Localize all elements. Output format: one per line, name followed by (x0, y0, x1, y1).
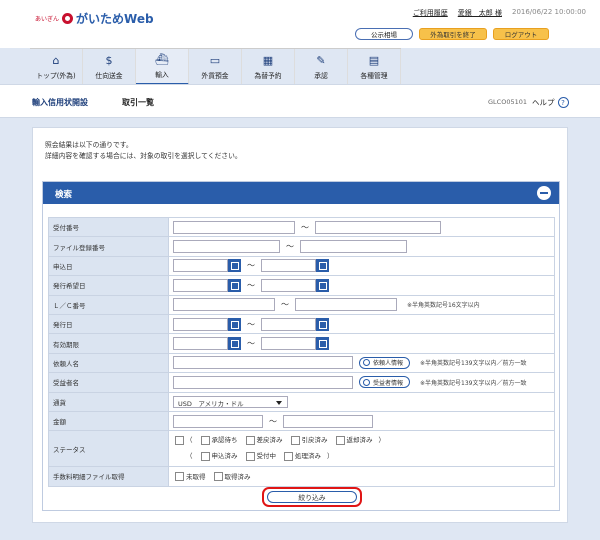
nav-deposit[interactable]: ▭ 外貨預金 (189, 49, 242, 85)
info-message: 照会結果は以下の通りです。 詳細内容を確認する場合には、対象の取引を選択してくだ… (45, 141, 242, 160)
status-checkbox[interactable] (200, 451, 210, 461)
page-title: 輸入信用状開設 (32, 98, 88, 107)
filter-button[interactable]: 絞り込み (267, 491, 357, 503)
apply-date-to[interactable] (261, 259, 316, 273)
beneficiary-name-input[interactable] (173, 375, 353, 389)
screen-id: GLCO05101 (488, 98, 527, 106)
calendar-icon[interactable] (316, 317, 329, 331)
calendar-icon[interactable] (316, 278, 329, 292)
help-icon: ? (557, 97, 569, 108)
search-panel: 検索 受付番号～ ファイル登録番号～ 申込日～ 発行希望日～ Ｌ／Ｃ番号～ ※半角… (42, 181, 560, 511)
app-header: あいぎん がいためWeb ご利用履歴 愛銀 太郎 様 2016/06/22 10… (0, 0, 600, 48)
main-nav: ⌂ トップ(外為) $ 仕向送金 ⛴ 輸入 ▭ 外貨預金 ▦ 為替予約 ✎ 承認 ▤ 各種管理 (30, 48, 401, 85)
receipt-no-to[interactable] (315, 220, 441, 234)
content-card: 照会結果は以下の通りです。 詳細内容を確認する場合には、対象の取引を選択してくだ… (32, 127, 568, 523)
reservation-icon: ▦ (262, 53, 274, 67)
file-reg-no-to[interactable] (300, 240, 407, 254)
timestamp: 2016/06/22 10:00:00 (511, 8, 586, 16)
beneficiary-info-button[interactable]: 受益者情報 (359, 376, 411, 389)
issue-date-from[interactable] (173, 317, 228, 331)
logout-button[interactable]: ログアウト (493, 28, 549, 40)
status-all-checkbox[interactable] (175, 436, 184, 446)
end-fx-button[interactable]: 外為取引を終了 (419, 28, 487, 40)
applicant-info-button[interactable]: 依頼人情報 (359, 356, 411, 369)
management-icon: ▤ (368, 53, 380, 67)
help-link[interactable]: ヘルプ? (532, 97, 569, 108)
calendar-icon[interactable] (228, 317, 241, 331)
applicant-name-input[interactable] (173, 356, 353, 370)
expiry-date-to[interactable] (261, 337, 316, 351)
logo-icon (62, 12, 74, 24)
search-icon (363, 359, 370, 367)
search-form: 受付番号～ ファイル登録番号～ 申込日～ 発行希望日～ Ｌ／Ｃ番号～ ※半角英数記… (48, 216, 555, 487)
home-icon: ⌂ (52, 53, 60, 67)
desired-date-from[interactable] (173, 278, 228, 292)
expiry-date-from[interactable] (173, 337, 228, 351)
amount-to[interactable] (283, 414, 373, 428)
bank-logo: あいぎん がいためWeb (35, 11, 154, 26)
apply-date-from[interactable] (173, 259, 228, 273)
calendar-icon[interactable] (228, 278, 241, 292)
user-name[interactable]: 愛銀 太郎 様 (458, 8, 502, 18)
rates-button[interactable]: 公示相場 (355, 28, 413, 40)
file-reg-no-from[interactable] (173, 240, 280, 254)
calendar-icon[interactable] (228, 337, 241, 351)
status-checkbox[interactable] (245, 436, 255, 446)
fee-file-not-acquired-checkbox[interactable] (175, 471, 184, 481)
amount-from[interactable] (173, 414, 263, 428)
status-checkbox[interactable] (200, 436, 210, 446)
lc-no-from[interactable] (173, 298, 275, 312)
status-checkbox[interactable] (284, 451, 293, 461)
search-panel-header[interactable]: 検索 (43, 182, 559, 204)
approval-icon: ✎ (316, 53, 326, 67)
history-link[interactable]: ご利用履歴 (413, 8, 448, 18)
page-subtitle: 取引一覧 (122, 98, 154, 107)
submit-highlight: 絞り込み (262, 487, 362, 507)
calendar-icon[interactable] (316, 259, 329, 273)
search-icon (363, 378, 370, 386)
nav-import[interactable]: ⛴ 輸入 (136, 49, 189, 85)
desired-date-to[interactable] (261, 278, 316, 292)
currency-select[interactable]: USD アメリカ・ドル (173, 395, 288, 408)
receipt-no-from[interactable] (173, 220, 295, 234)
nav-top[interactable]: ⌂ トップ(外為) (30, 49, 83, 85)
nav-approval[interactable]: ✎ 承認 (295, 49, 348, 85)
lc-no-to[interactable] (295, 298, 397, 312)
status-checkbox[interactable] (290, 436, 300, 446)
nav-remittance[interactable]: $ 仕向送金 (83, 49, 136, 85)
status-checkbox[interactable] (245, 451, 255, 461)
status-checkbox[interactable] (335, 436, 345, 446)
deposit-icon: ▭ (209, 53, 221, 67)
nav-reservation[interactable]: ▦ 為替予約 (242, 49, 295, 85)
calendar-icon[interactable] (316, 337, 329, 351)
subheader: 輸入信用状開設 取引一覧 GLCO05101 ヘルプ? (0, 85, 600, 118)
fee-file-acquired-checkbox[interactable] (213, 471, 223, 481)
calendar-icon[interactable] (228, 259, 241, 273)
import-ship-icon: ⛴ (155, 52, 169, 66)
nav-management[interactable]: ▤ 各種管理 (348, 49, 401, 85)
remittance-icon: $ (105, 53, 113, 67)
issue-date-to[interactable] (261, 317, 316, 331)
collapse-icon[interactable] (537, 186, 551, 200)
